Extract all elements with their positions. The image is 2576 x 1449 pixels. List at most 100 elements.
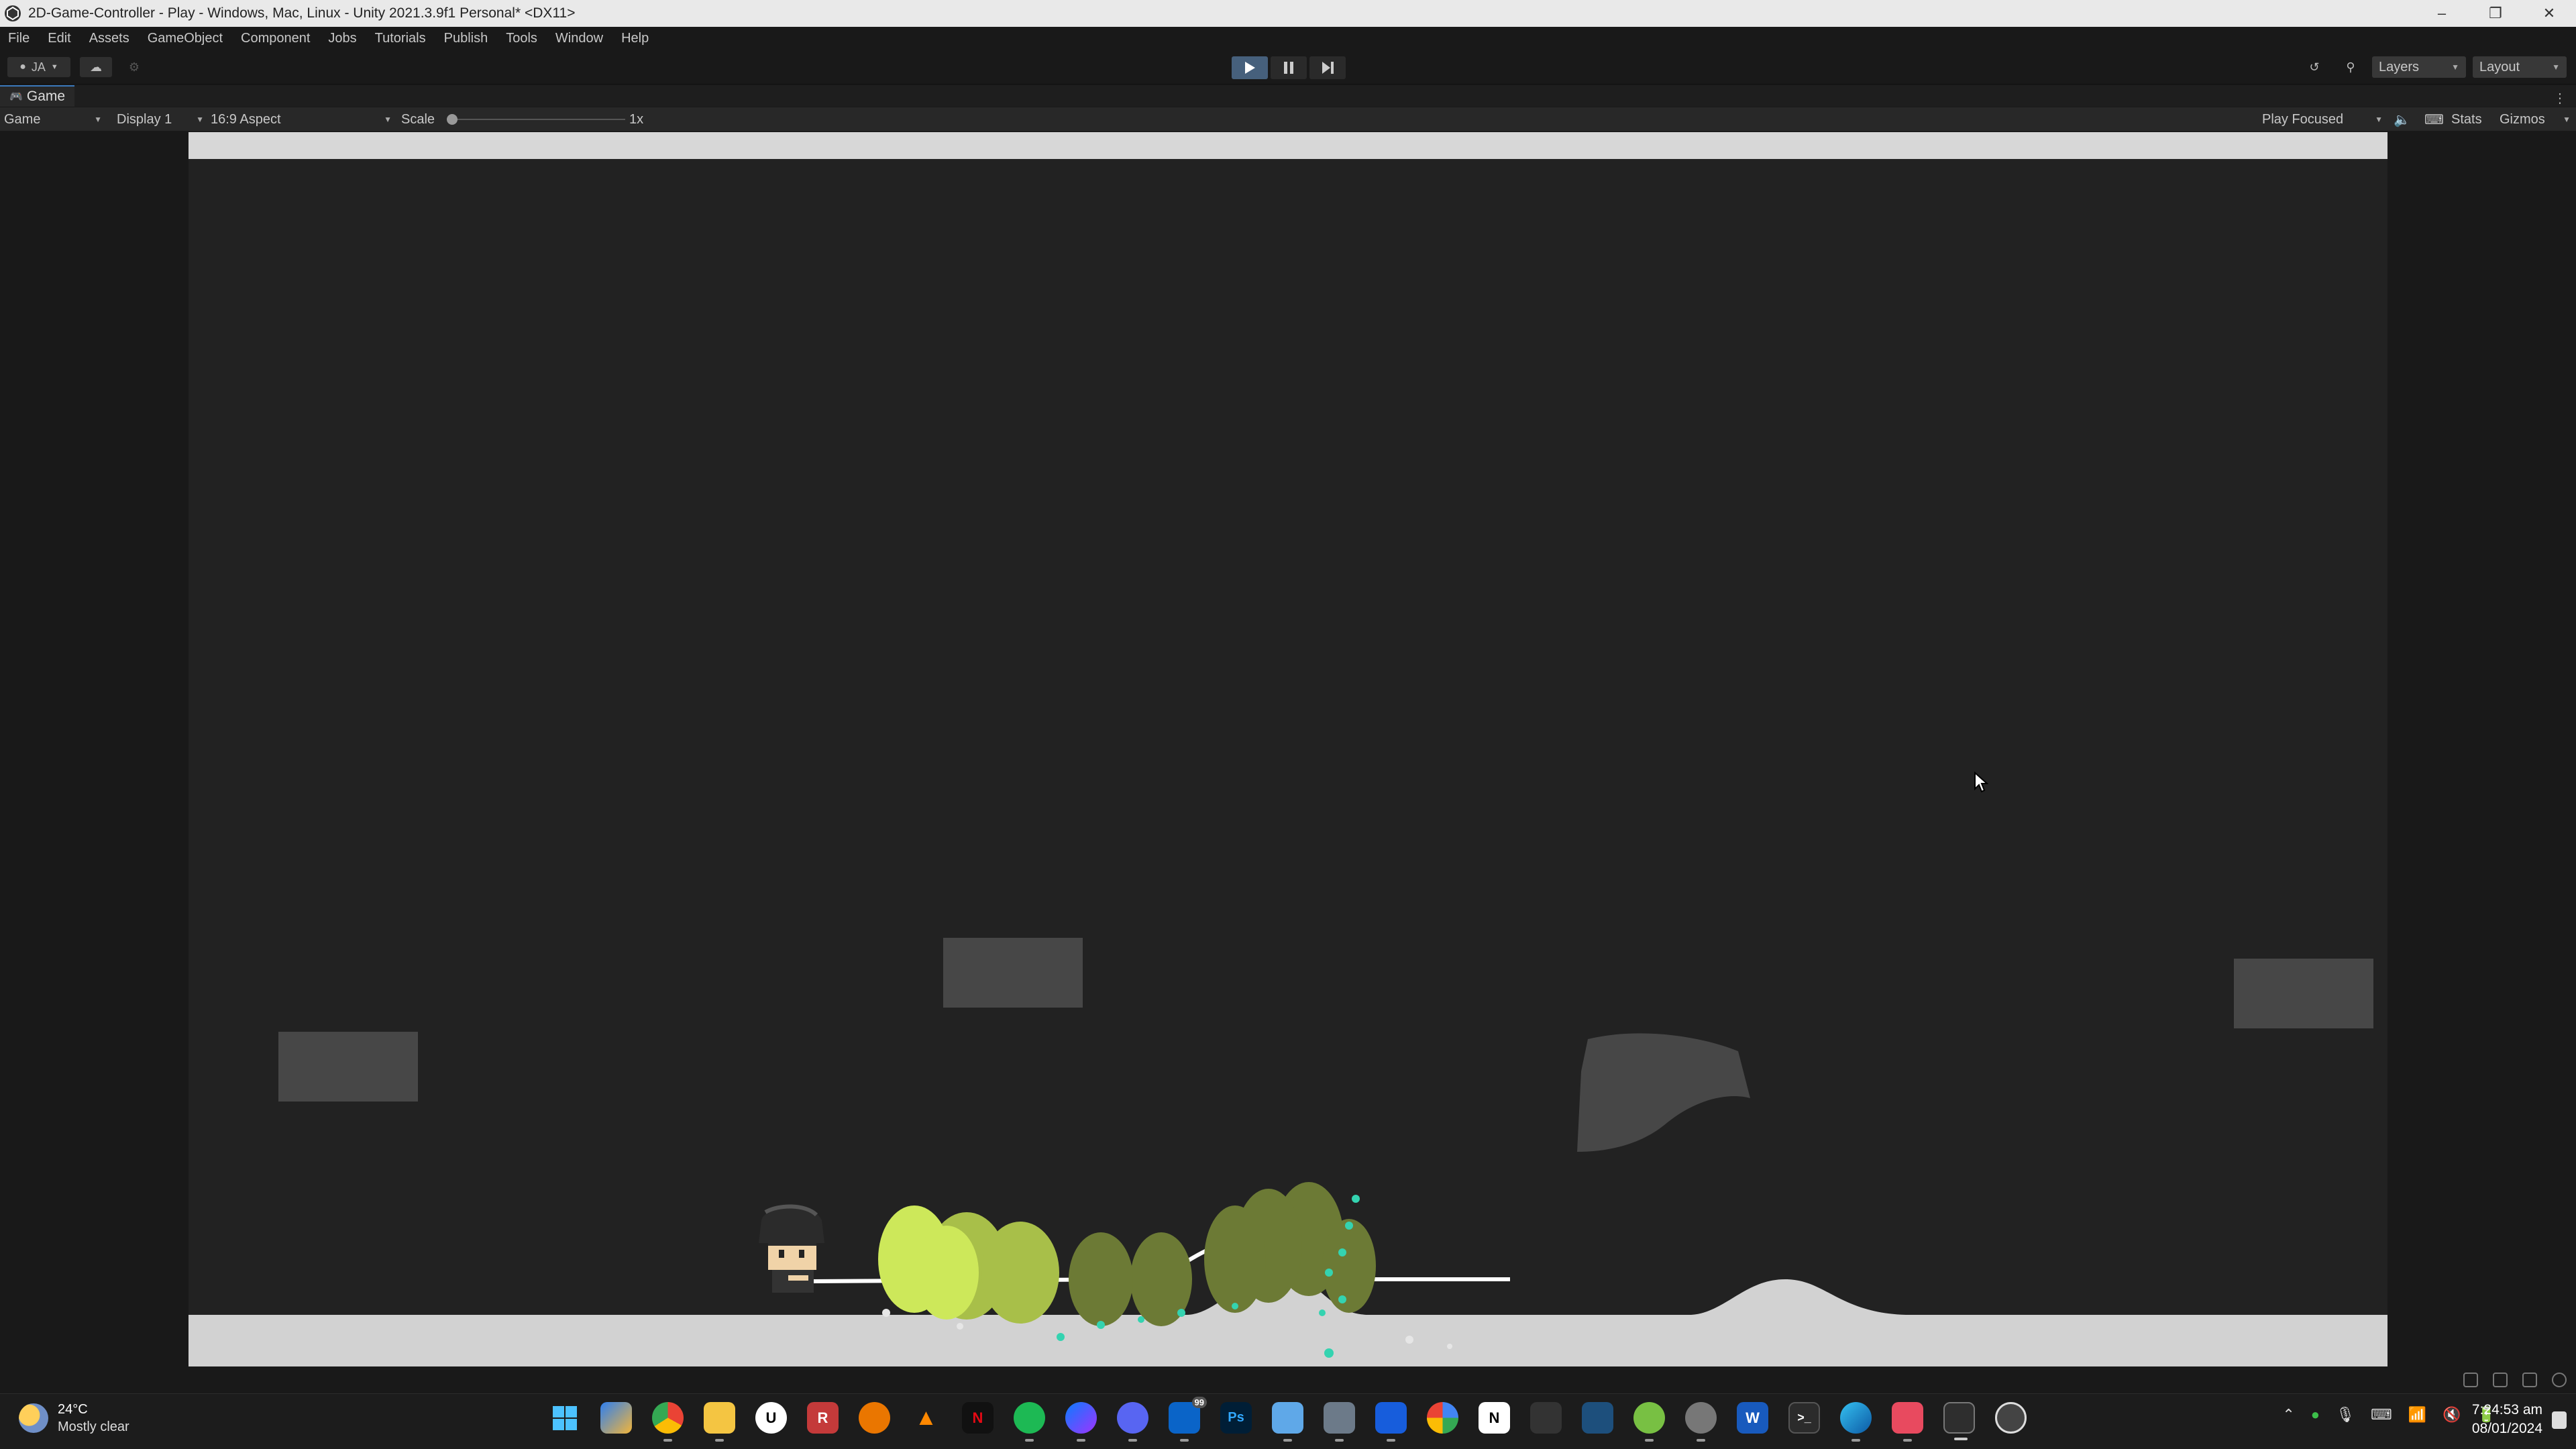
search-button[interactable]: ⚲	[2336, 56, 2365, 78]
menu-publish[interactable]: Publish	[444, 31, 488, 46]
file-explorer-icon[interactable]	[704, 1402, 735, 1442]
pause-icon	[1284, 62, 1293, 74]
system-tray: ⌃ ● 🎙 ⌨ 📶 🔇 🔋	[2282, 1406, 2496, 1424]
game-mode-label: Game	[4, 111, 41, 127]
pause-button[interactable]	[1271, 56, 1307, 79]
app-tray-icon[interactable]: ●	[2311, 1406, 2320, 1424]
edge-icon[interactable]	[1840, 1402, 1872, 1442]
layers-dropdown[interactable]: Layers ▼	[2372, 56, 2466, 78]
notification-icon[interactable]	[2552, 1411, 2567, 1429]
weather-condition: Mostly clear	[58, 1419, 129, 1434]
gizmos-label: Gizmos	[2500, 111, 2545, 127]
tab-game-label: Game	[26, 89, 66, 104]
speaker-muted-icon[interactable]: 🔇	[2443, 1406, 2461, 1424]
chevron-down-icon: ▼	[2552, 62, 2560, 72]
restore-button[interactable]: ❐	[2469, 0, 2522, 27]
keyboard-icon[interactable]: ⌨	[2371, 1406, 2392, 1424]
layout-dropdown[interactable]: Layout ▼	[2473, 56, 2567, 78]
kebab-menu-icon[interactable]: ⋮	[2553, 90, 2567, 107]
history-button[interactable]: ↺	[2300, 56, 2329, 78]
game-viewport[interactable]	[189, 132, 2387, 1366]
stack-icon[interactable]	[2493, 1373, 2508, 1387]
speaker-icon: 🔈	[2394, 112, 2410, 127]
gamepad-icon: 🎮	[9, 91, 23, 103]
cloud-icon: ☁	[90, 60, 102, 74]
app-r-icon[interactable]: R	[807, 1402, 839, 1434]
bug-icon[interactable]	[2463, 1373, 2478, 1387]
outlook-icon[interactable]: 99	[1169, 1397, 1207, 1442]
game-mode-dropdown[interactable]: Game ▼	[4, 111, 105, 127]
microphone-icon[interactable]: 🎙	[2336, 1406, 2355, 1424]
mute-audio-button[interactable]: 🔈	[2394, 111, 2410, 127]
unity-hub-icon[interactable]	[1530, 1402, 1562, 1434]
tab-game[interactable]: 🎮 Game	[0, 85, 75, 107]
chevron-down-icon: ▼	[2563, 115, 2571, 124]
check-icon[interactable]	[2552, 1373, 2567, 1387]
play-mode-dropdown[interactable]: Play Focused ▼	[2262, 111, 2383, 127]
unreal-icon[interactable]: U	[755, 1402, 787, 1434]
chrome-icon[interactable]	[652, 1402, 684, 1442]
utorrent-icon[interactable]	[1633, 1402, 1665, 1442]
weather-widget[interactable]: 24°C Mostly clear	[19, 1401, 129, 1436]
history-icon: ↺	[2309, 60, 2320, 74]
extra-app-icon[interactable]	[1995, 1402, 2027, 1434]
top-boundary	[189, 132, 2387, 159]
word-icon[interactable]: W	[1737, 1402, 1768, 1434]
chevron-down-icon: ▼	[94, 115, 102, 124]
step-button[interactable]	[1309, 56, 1346, 79]
stats-button[interactable]: Stats	[2451, 111, 2482, 127]
display-dropdown[interactable]: Display 1 ▼	[117, 111, 204, 127]
wifi-icon[interactable]: 📶	[2408, 1406, 2426, 1424]
menu-help[interactable]: Help	[621, 31, 649, 46]
settings-icon[interactable]	[1685, 1402, 1717, 1442]
widgets-icon[interactable]	[600, 1402, 632, 1434]
account-icon: ●	[19, 61, 26, 72]
start-icon[interactable]	[549, 1402, 580, 1434]
play-button[interactable]	[1232, 56, 1268, 79]
account-dropdown[interactable]: ● JA ▼	[7, 56, 71, 78]
gizmos-dropdown[interactable]: Gizmos ▼	[2500, 111, 2571, 127]
system-clock[interactable]: 7:24:53 am 08/01/2024	[2472, 1401, 2542, 1438]
menu-tutorials[interactable]: Tutorials	[375, 31, 426, 46]
notion-icon[interactable]: N	[1479, 1402, 1510, 1434]
game-view-toolbar: Game ▼ Display 1 ▼ 16:9 Aspect ▼ Scale 1…	[0, 107, 2576, 131]
spotify-icon[interactable]	[1014, 1402, 1045, 1442]
notepad-icon[interactable]	[1272, 1402, 1303, 1442]
collab-button[interactable]: ⚙	[121, 56, 148, 78]
debug-icon[interactable]	[2522, 1373, 2537, 1387]
cloud-button[interactable]: ☁	[79, 56, 113, 78]
netflix-icon[interactable]: N	[962, 1402, 994, 1434]
blender-icon[interactable]	[859, 1402, 890, 1434]
close-button[interactable]: ✕	[2522, 0, 2576, 27]
shortcuts-button[interactable]: ⌨	[2424, 111, 2444, 127]
menu-tools[interactable]: Tools	[506, 31, 537, 46]
tab-bar: 🎮 Game	[0, 85, 2576, 107]
aspect-label: 16:9 Aspect	[211, 111, 281, 127]
google-icon[interactable]	[1427, 1402, 1458, 1434]
scale-slider-handle[interactable]	[447, 114, 458, 125]
photoshop-icon[interactable]: Ps	[1220, 1402, 1252, 1434]
messenger-icon[interactable]	[1065, 1402, 1097, 1442]
platform-block	[2234, 959, 2373, 1028]
aspect-dropdown[interactable]: 16:9 Aspect ▼	[211, 111, 392, 127]
clock-time: 7:24:53 am	[2471, 1402, 2542, 1417]
terminal-icon[interactable]: >_	[1788, 1402, 1820, 1434]
unity-icon[interactable]	[1943, 1402, 1975, 1440]
chevron-down-icon: ▼	[2375, 115, 2383, 124]
bitwarden-icon[interactable]	[1375, 1402, 1407, 1442]
calculator-icon[interactable]	[1324, 1402, 1355, 1442]
menu-component[interactable]: Component	[241, 31, 310, 46]
scale-slider-track[interactable]	[451, 119, 625, 120]
display-label: Display 1	[117, 111, 172, 127]
snipping-tool-icon[interactable]	[1892, 1402, 1923, 1442]
minimize-button[interactable]: –	[2415, 0, 2469, 27]
task-manager-icon[interactable]	[1582, 1402, 1613, 1434]
discord-icon[interactable]	[1117, 1402, 1148, 1442]
title-bar: 2D-Game-Controller - Play - Windows, Mac…	[0, 0, 2576, 27]
platform-block	[278, 1032, 418, 1102]
menu-gameobject[interactable]: GameObject	[148, 31, 223, 46]
chevron-up-icon[interactable]: ⌃	[2282, 1406, 2294, 1424]
menu-jobs[interactable]: Jobs	[328, 31, 356, 46]
vlc-icon[interactable]: ▲	[910, 1402, 942, 1434]
menu-window[interactable]: Window	[555, 31, 603, 46]
